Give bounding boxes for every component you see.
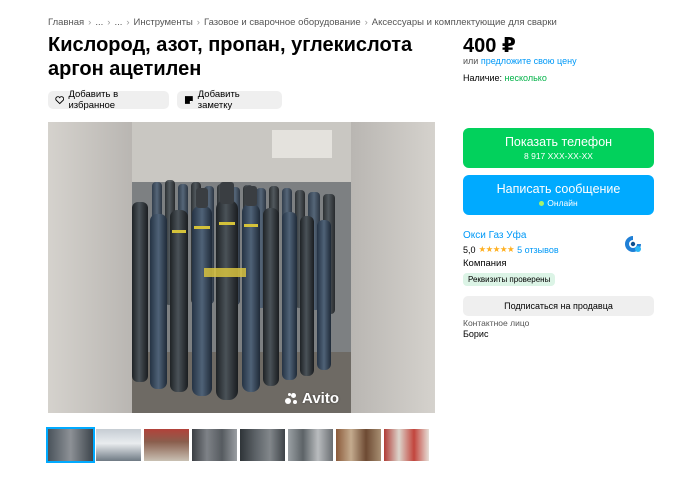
thumbnail-6[interactable]	[288, 429, 333, 461]
breadcrumb-item-accessories[interactable]: Аксессуары и комплектующие для сварки	[372, 17, 557, 28]
breadcrumb: Главная ›... ›... › Инструменты › Газовое и св…	[48, 17, 557, 28]
send-message-label: Написать сообщение	[496, 182, 621, 196]
photo-blur-right	[351, 122, 435, 413]
breadcrumb-separator: ›	[364, 17, 368, 28]
photo-blur-left	[48, 122, 132, 413]
suggest-price: или предложите свою цену	[463, 56, 577, 66]
availability-label: Наличие:	[463, 73, 503, 83]
online-dot-icon	[539, 200, 545, 206]
avito-watermark: Avito	[285, 390, 339, 407]
breadcrumb-item-tools[interactable]: Инструменты	[134, 17, 193, 28]
breadcrumb-item-collapsed-1[interactable]: ...	[95, 17, 103, 28]
seller-name-link[interactable]: Окси Газ Уфа	[463, 230, 526, 241]
gas-cylinders-photo	[132, 122, 351, 413]
breadcrumb-separator: ›	[126, 17, 130, 28]
thumbnail-3[interactable]	[144, 429, 189, 461]
thumbnail-4[interactable]	[192, 429, 237, 461]
add-to-favorites-label: Добавить в избранное	[68, 89, 119, 111]
show-phone-label: Показать телефон	[504, 135, 613, 149]
reviews-link[interactable]: 5 отзывов	[517, 245, 559, 255]
subscribe-seller-button[interactable]: Подписаться на продавца	[463, 296, 654, 316]
rating-stars-icon: ★★★★★	[478, 244, 515, 254]
suggest-prefix: или	[463, 56, 479, 66]
rating-value: 5,0	[463, 244, 476, 255]
thumbnail-7[interactable]	[336, 429, 381, 461]
thumbnail-8[interactable]	[384, 429, 429, 461]
main-photo[interactable]: Avito	[48, 122, 435, 413]
breadcrumb-separator: ›	[107, 17, 111, 28]
thumbnail-1[interactable]	[46, 427, 95, 463]
avito-logo-icon	[285, 392, 299, 406]
thumbnail-2[interactable]	[96, 429, 141, 461]
online-status-text: Онлайн	[547, 198, 578, 208]
send-message-button[interactable]: Написать сообщение Онлайн	[463, 175, 654, 215]
seller-rating: 5,0 ★★★★★ 5 отзывов	[463, 244, 559, 255]
contact-person-label: Контактное лицо	[463, 318, 530, 328]
thumbnail-5[interactable]	[240, 429, 285, 461]
avito-watermark-text: Avito	[302, 390, 339, 407]
show-phone-button[interactable]: Показать телефон 8 917 XXX-XX-XX	[463, 128, 654, 168]
page-title: Кислород, азот, пропан, углекислота арго…	[48, 34, 413, 80]
contact-person-name: Борис	[463, 329, 489, 339]
note-icon	[184, 96, 193, 104]
add-note-button[interactable]: Добавить заметку	[177, 89, 282, 111]
heart-icon	[55, 96, 65, 105]
online-status: Онлайн	[463, 198, 654, 208]
breadcrumb-item-collapsed-2[interactable]: ...	[114, 17, 122, 28]
availability: Наличие: несколько	[463, 73, 547, 83]
add-to-favorites-button[interactable]: Добавить в избранное	[48, 89, 169, 111]
availability-value: несколько	[504, 73, 547, 83]
price: 400 ₽	[463, 35, 516, 57]
breadcrumb-separator: ›	[88, 17, 92, 28]
verified-badge: Реквизиты проверены	[463, 273, 556, 286]
breadcrumb-item-home[interactable]: Главная	[48, 17, 84, 28]
gas-cylinders-illustration	[132, 122, 351, 413]
phone-masked: 8 917 XXX-XX-XX	[524, 151, 593, 161]
breadcrumb-item-gas-welding[interactable]: Газовое и сварочное оборудование	[204, 17, 361, 28]
breadcrumb-separator: ›	[196, 17, 200, 28]
thumbnail-strip	[46, 427, 429, 463]
seller-type: Компания	[463, 258, 507, 269]
seller-logo-icon[interactable]	[622, 233, 644, 255]
suggest-price-link[interactable]: предложите свою цену	[481, 56, 577, 66]
add-note-label: Добавить заметку	[197, 89, 240, 111]
